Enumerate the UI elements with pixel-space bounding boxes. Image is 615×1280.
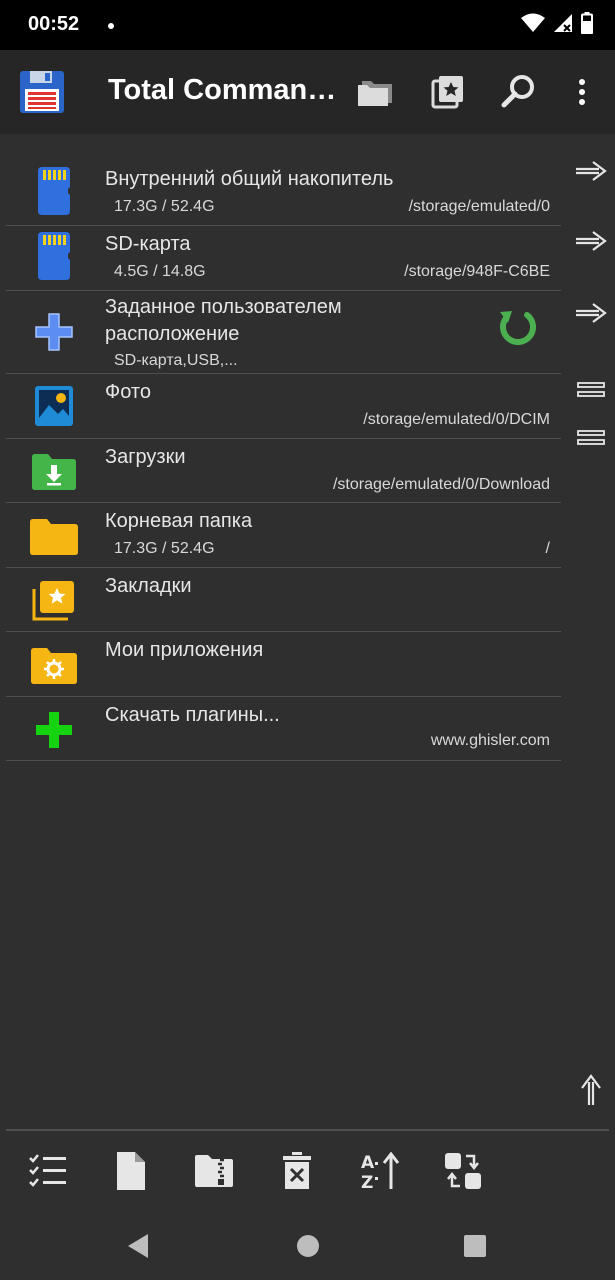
refresh-icon[interactable] — [495, 305, 539, 349]
equals-icon[interactable] — [573, 375, 609, 405]
svg-text:Z: Z — [361, 1173, 373, 1190]
swap-icon[interactable] — [441, 1149, 485, 1193]
status-bar: 00:52 — [0, 0, 615, 50]
location-internal-storage[interactable]: Внутренний общий накопитель 17.3G / 52.4… — [6, 161, 561, 226]
download-folder-icon — [30, 448, 78, 496]
svg-text:A: A — [361, 1153, 375, 1173]
arrow-right-icon[interactable] — [573, 298, 609, 328]
location-title: Фото — [105, 381, 151, 403]
location-size: SD-карта,USB,... — [114, 352, 238, 369]
location-download-plugins[interactable]: Скачать плагины... www.ghisler.com — [6, 697, 561, 761]
back-icon[interactable] — [123, 1231, 153, 1261]
sd-card-icon — [30, 167, 78, 215]
location-size: 4.5G / 14.8G — [114, 263, 206, 280]
location-size: 17.3G / 52.4G — [114, 198, 215, 215]
select-icon[interactable] — [26, 1149, 70, 1193]
bottom-toolbar: A Z — [0, 1131, 615, 1211]
location-photos[interactable]: Фото /storage/emulated/0/DCIM — [6, 374, 561, 439]
location-title: Корневая папка — [105, 510, 253, 532]
plus-icon — [30, 308, 78, 356]
zip-icon[interactable] — [192, 1149, 236, 1193]
bookmarks-icon[interactable] — [428, 72, 468, 112]
green-plus-icon — [30, 706, 78, 754]
status-time: 00:52 — [28, 13, 80, 35]
delete-icon[interactable] — [275, 1149, 319, 1193]
location-my-apps[interactable]: Мои приложения — [6, 632, 561, 697]
locations-list: Внутренний общий накопитель 17.3G / 52.4… — [6, 161, 561, 761]
arrow-right-icon[interactable] — [573, 156, 609, 186]
folders-icon[interactable] — [355, 72, 395, 112]
folder-icon — [30, 513, 78, 561]
system-nav-bar — [0, 1211, 615, 1280]
new-file-icon[interactable] — [109, 1149, 153, 1193]
location-downloads[interactable]: Загрузки /storage/emulated/0/Download — [6, 439, 561, 503]
location-sd-card[interactable]: SD-карта 4.5G / 14.8G /storage/948F-C6BE — [6, 226, 561, 291]
equals-icon[interactable] — [573, 423, 609, 453]
apps-folder-icon — [30, 642, 78, 690]
location-path: /storage/948F-C6BE — [404, 263, 550, 280]
arrow-right-icon[interactable] — [573, 226, 609, 256]
location-title: Мои приложения — [105, 639, 264, 661]
location-title: Внутренний общий накопитель — [105, 168, 394, 190]
home-icon[interactable] — [293, 1231, 323, 1261]
search-icon[interactable] — [498, 72, 538, 112]
location-root[interactable]: Корневая папка 17.3G / 52.4G / — [6, 503, 561, 568]
bookmark-folder-icon — [30, 576, 78, 624]
location-title-line2: расположение — [105, 323, 240, 345]
location-size: 17.3G / 52.4G — [114, 540, 215, 557]
location-title: SD-карта — [105, 233, 191, 255]
location-url: www.ghisler.com — [430, 732, 550, 749]
sort-icon[interactable]: A Z — [358, 1149, 402, 1193]
arrow-up-icon[interactable] — [573, 1074, 609, 1105]
app-title: Total Comman… — [108, 74, 337, 106]
signal-icon — [553, 13, 573, 37]
location-bookmarks[interactable]: Закладки — [6, 568, 561, 632]
location-path: /storage/emulated/0/DCIM — [363, 411, 550, 428]
floppy-disk-logo-icon — [20, 71, 64, 113]
photo-icon — [30, 382, 78, 430]
location-title: Скачать плагины... — [105, 704, 280, 726]
more-icon[interactable] — [562, 72, 602, 112]
location-path: / — [545, 540, 550, 557]
location-path: /storage/emulated/0/Download — [332, 476, 550, 493]
location-path: /storage/emulated/0 — [408, 198, 550, 215]
sd-card-icon — [30, 232, 78, 280]
notification-dot-icon — [108, 23, 114, 29]
recents-icon[interactable] — [460, 1231, 490, 1261]
wifi-icon — [521, 13, 545, 37]
location-title: Загрузки — [105, 446, 186, 468]
battery-icon — [581, 12, 593, 38]
app-bar: Total Comman… — [0, 50, 615, 134]
location-title: Закладки — [105, 575, 192, 597]
location-custom[interactable]: Заданное пользователем расположение SD-к… — [6, 291, 561, 374]
location-title: Заданное пользователем — [105, 296, 342, 318]
